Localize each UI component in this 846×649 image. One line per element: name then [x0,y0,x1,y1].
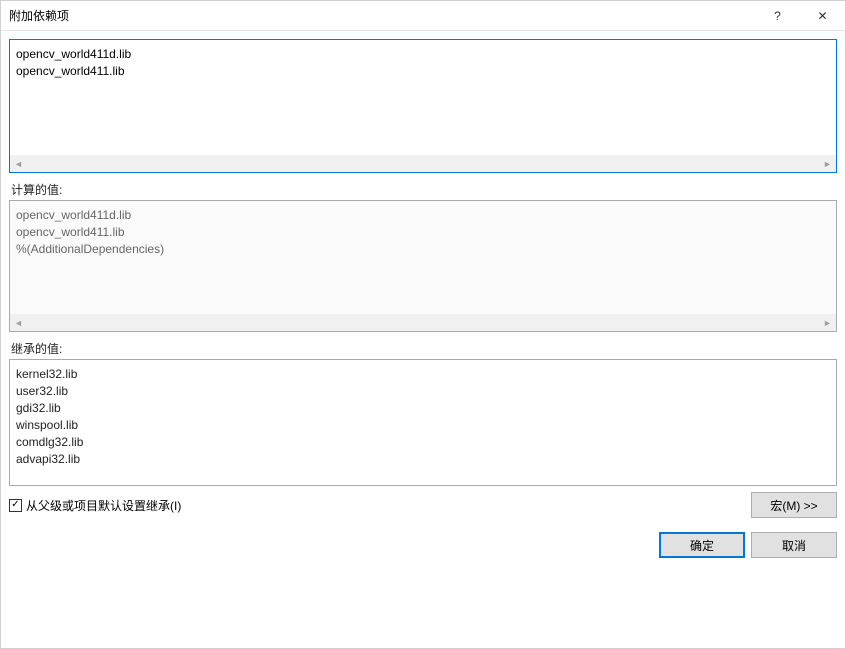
hscroll[interactable]: ◄ ► [10,314,836,331]
close-icon: ✕ [817,9,827,23]
inherited-label: 继承的值: [11,340,837,357]
inherit-checkbox[interactable]: ✓ [9,499,22,512]
computed-textbox-wrap: ◄ ► [9,200,837,332]
window-title: 附加依赖项 [9,7,755,24]
computed-group: 计算的值: ◄ ► [9,181,837,332]
check-icon: ✓ [11,500,19,510]
dialog-buttons-row: 确定 取消 [1,518,845,566]
ok-button[interactable]: 确定 [659,532,745,558]
title-bar: 附加依赖项 ? ✕ [1,1,845,31]
inherited-textbox-wrap [9,359,837,486]
additional-dependencies-input[interactable] [10,40,836,155]
inherit-checkbox-label: 从父级或项目默认设置继承(I) [26,497,181,514]
computed-values-display[interactable] [10,201,836,314]
scroll-right-icon: ► [819,155,836,172]
inherit-checkbox-wrap[interactable]: ✓ 从父级或项目默认设置继承(I) [9,497,181,514]
inherited-group: 继承的值: [9,340,837,486]
cancel-button[interactable]: 取消 [751,532,837,558]
editable-group: ◄ ► [9,39,837,173]
help-icon: ? [774,9,781,23]
scroll-right-icon: ► [819,314,836,331]
scroll-left-icon: ◄ [10,155,27,172]
help-button[interactable]: ? [755,1,800,31]
inherited-values-display[interactable] [10,360,836,485]
hscroll[interactable]: ◄ ► [10,155,836,172]
editable-textbox-wrap: ◄ ► [9,39,837,173]
macros-button[interactable]: 宏(M) >> [751,492,837,518]
close-button[interactable]: ✕ [800,1,845,31]
computed-label: 计算的值: [11,181,837,198]
scroll-left-icon: ◄ [10,314,27,331]
options-row: ✓ 从父级或项目默认设置继承(I) 宏(M) >> [1,486,845,518]
